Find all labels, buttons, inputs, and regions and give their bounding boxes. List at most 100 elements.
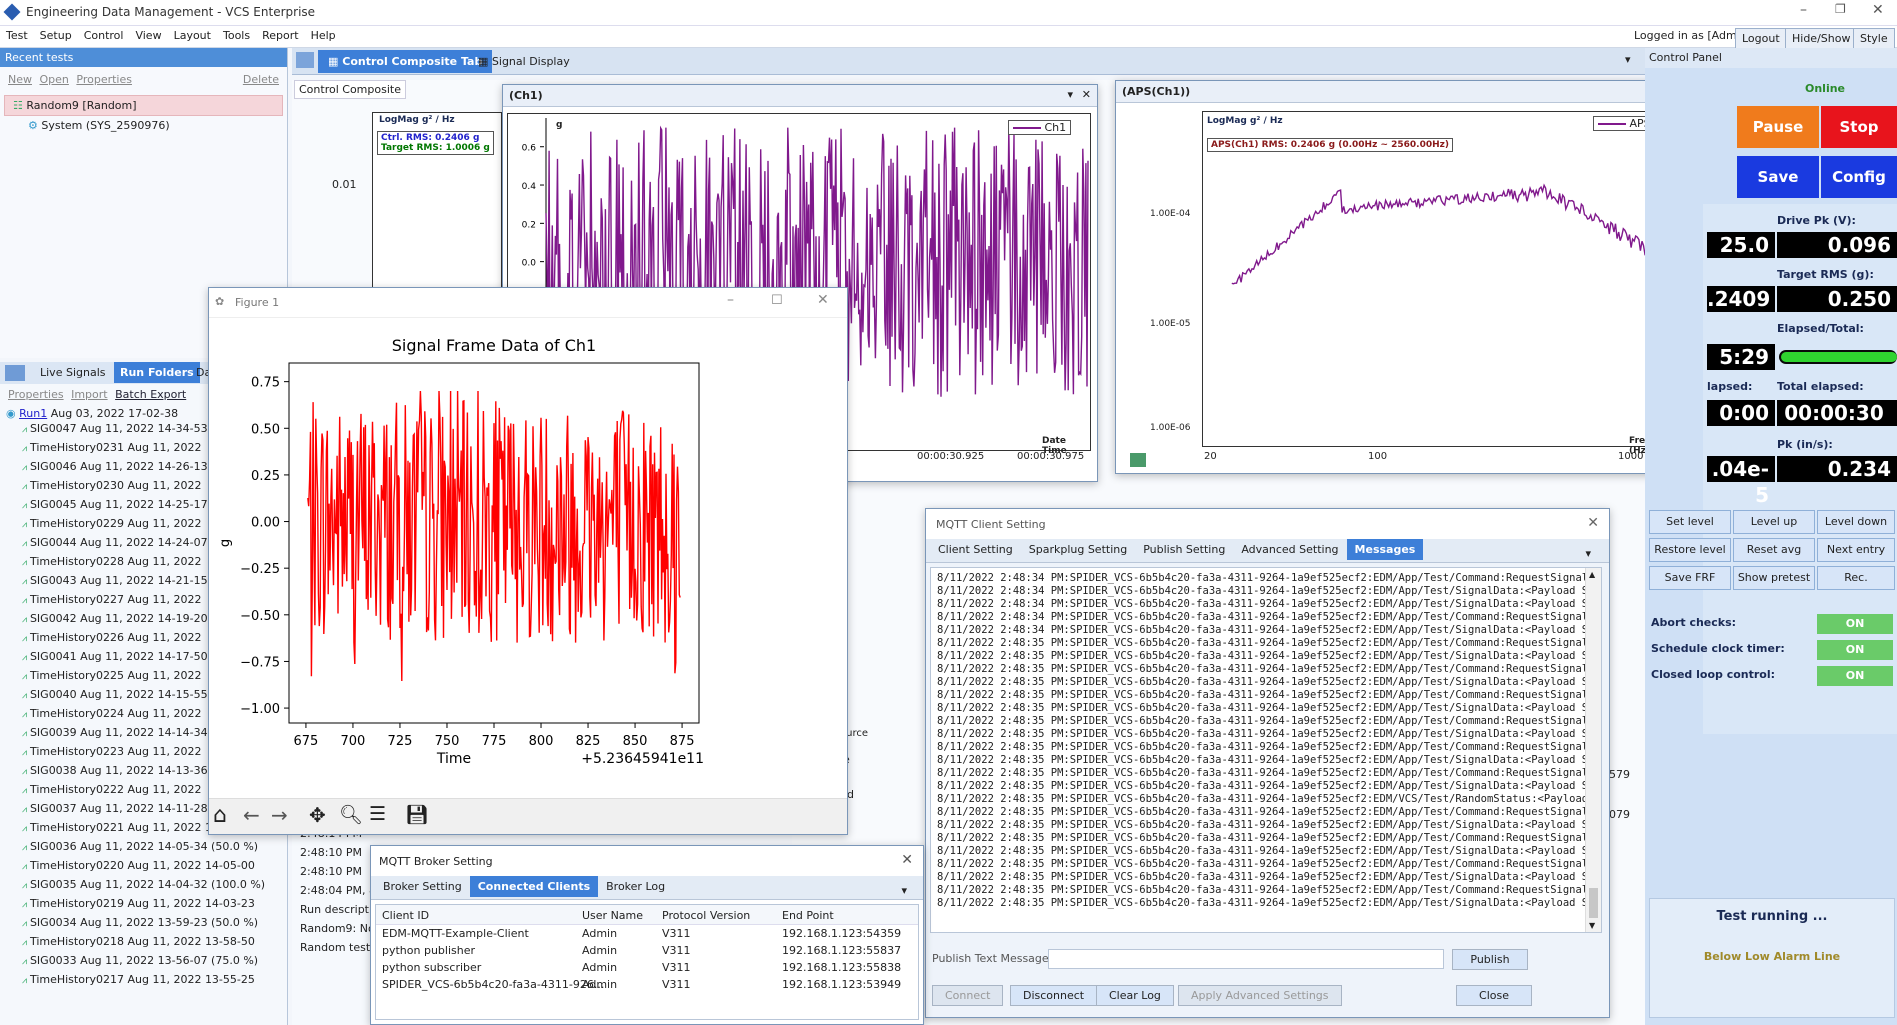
run-folder-item[interactable]: ⩘ SIG0033 Aug 11, 2022 13-56-07 (75.0 %) bbox=[22, 954, 287, 973]
run-folder-item[interactable]: ⩘ TimeHistory0218 Aug 11, 2022 13-58-50 bbox=[22, 935, 287, 954]
tab-signal-display[interactable]: ▦ Signal Display bbox=[478, 55, 570, 68]
tab-messages[interactable]: Messages bbox=[1346, 539, 1424, 560]
scroll-down-icon[interactable]: ▼ bbox=[1589, 921, 1595, 930]
run-folder-item[interactable]: ⩘ SIG0035 Aug 11, 2022 14-04-32 (100.0 %… bbox=[22, 878, 287, 897]
logout-button[interactable]: Logout bbox=[1735, 28, 1787, 49]
back-icon[interactable]: ← bbox=[243, 803, 260, 827]
save-button[interactable]: Save bbox=[1737, 156, 1819, 198]
schedule-timer-toggle[interactable]: ON bbox=[1817, 640, 1893, 660]
menu-view[interactable]: View bbox=[129, 26, 167, 45]
run-folder-item[interactable]: ⩘ SIG0036 Aug 11, 2022 14-05-34 (50.0 %) bbox=[22, 840, 287, 859]
level-down-button[interactable]: Level down bbox=[1817, 510, 1895, 534]
disconnect-button[interactable]: Disconnect bbox=[1010, 985, 1098, 1006]
import-link[interactable]: Import bbox=[71, 388, 108, 401]
minimize-icon[interactable]: – bbox=[1800, 2, 1807, 18]
aps-chart-icon[interactable] bbox=[1130, 453, 1146, 467]
save-figure-icon[interactable]: 💾︎ bbox=[405, 803, 429, 826]
restore-icon[interactable]: ❐ bbox=[1835, 2, 1846, 16]
batch-export-link[interactable]: Batch Export bbox=[115, 388, 186, 401]
tab-advanced-setting[interactable]: Advanced Setting bbox=[1233, 539, 1346, 560]
tab-list-icon[interactable] bbox=[296, 52, 314, 68]
reset-avg-button[interactable]: Reset avg bbox=[1733, 538, 1815, 562]
broker-close-icon[interactable]: ✕ bbox=[901, 852, 913, 868]
broker-tabs-dropdown-icon[interactable]: ▾ bbox=[893, 880, 915, 901]
hide-show-button[interactable]: Hide/Show bbox=[1785, 28, 1858, 49]
tab-sparkplug-setting[interactable]: Sparkplug Setting bbox=[1021, 539, 1135, 560]
level-up-button[interactable]: Level up bbox=[1733, 510, 1815, 534]
menu-help[interactable]: Help bbox=[305, 26, 342, 45]
restore-level-button[interactable]: Restore level bbox=[1649, 538, 1731, 562]
delete-link[interactable]: Delete bbox=[243, 73, 279, 86]
run-folder-item[interactable]: ⩘ TimeHistory0219 Aug 11, 2022 14-03-23 bbox=[22, 897, 287, 916]
client-row[interactable]: python subscriber Admin V311 192.168.1.123:… bbox=[376, 959, 918, 976]
menu-control[interactable]: Control bbox=[78, 26, 130, 45]
recent-test-item[interactable]: ☷ Random9 [Random] bbox=[4, 95, 283, 116]
menu-report[interactable]: Report bbox=[256, 26, 304, 45]
scroll-up-icon[interactable]: ▲ bbox=[1589, 570, 1595, 579]
configure-subplots-icon[interactable]: ☰ bbox=[369, 803, 386, 825]
tab-client-setting[interactable]: Client Setting bbox=[930, 539, 1021, 560]
show-pretest-button[interactable]: Show pretest bbox=[1733, 566, 1815, 590]
properties-link-2[interactable]: Properties bbox=[8, 388, 64, 401]
scroll-thumb[interactable] bbox=[1589, 888, 1598, 918]
publish-text-input[interactable] bbox=[1048, 949, 1444, 969]
run-folder-item[interactable]: ⩘ SIG0034 Aug 11, 2022 13-59-23 (50.0 %) bbox=[22, 916, 287, 935]
tab-broker-log[interactable]: Broker Log bbox=[598, 876, 673, 897]
client-row[interactable]: EDM-MQTT-Example-Client Admin V311 192.168.… bbox=[376, 925, 918, 942]
binoculars-icon[interactable] bbox=[5, 365, 25, 381]
menu-test[interactable]: Test bbox=[0, 26, 34, 45]
figure-window[interactable]: ✿ Figure 1 – ☐ ✕ Signal Frame Data of Ch… bbox=[208, 287, 848, 835]
run-folder-item[interactable]: ⩘ TimeHistory0217 Aug 11, 2022 13-55-25 bbox=[22, 973, 287, 992]
properties-link[interactable]: Properties bbox=[76, 73, 132, 86]
aps-window[interactable]: (APS(Ch1))▾✕ LogMag g² / Hz APS(Ch1) APS… bbox=[1115, 80, 1715, 474]
close-button[interactable]: Close bbox=[1456, 985, 1532, 1006]
ch1-menu-icon[interactable]: ▾ bbox=[1067, 88, 1073, 101]
connect-button[interactable]: Connect bbox=[932, 985, 1004, 1006]
run-folder-item[interactable]: ⩘ TimeHistory0220 Aug 11, 2022 14-05-00 bbox=[22, 859, 287, 878]
client-row[interactable]: python publisher Admin V311 192.168.1.123:5… bbox=[376, 942, 918, 959]
pan-icon[interactable]: ✥ bbox=[309, 803, 326, 827]
figure-minimize-icon[interactable]: – bbox=[727, 292, 734, 308]
system-item[interactable]: ⚙ System (SYS_2590976) bbox=[0, 116, 287, 135]
clear-log-button[interactable]: Clear Log bbox=[1096, 985, 1174, 1006]
stop-button[interactable]: Stop bbox=[1821, 106, 1897, 148]
mqtt-tabs-dropdown-icon[interactable]: ▾ bbox=[1577, 543, 1599, 564]
message-row: 8/11/2022 2:48:35 PM:SPIDER_VCS-6b5b4c20… bbox=[937, 871, 1602, 883]
closed-loop-toggle[interactable]: ON bbox=[1817, 666, 1893, 686]
forward-icon[interactable]: → bbox=[271, 803, 288, 827]
abort-checks-toggle[interactable]: ON bbox=[1817, 614, 1893, 634]
mqtt-broker-window[interactable]: MQTT Broker Setting ✕ Broker Setting Conn… bbox=[370, 845, 924, 1025]
set-level-button[interactable]: Set level bbox=[1649, 510, 1731, 534]
style-button[interactable]: Style bbox=[1853, 28, 1895, 49]
menu-tools[interactable]: Tools bbox=[217, 26, 256, 45]
tab-control-composite[interactable]: ▦ Control Composite Tab bbox=[318, 50, 493, 73]
next-entry-button[interactable]: Next entry bbox=[1817, 538, 1895, 562]
client-row[interactable]: SPIDER_VCS-6b5b4c20-fa3a-4311-926... Admi… bbox=[376, 976, 918, 993]
tab-publish-setting[interactable]: Publish Setting bbox=[1135, 539, 1233, 560]
pause-button[interactable]: Pause bbox=[1737, 106, 1819, 148]
new-link[interactable]: New bbox=[8, 73, 32, 86]
tab-run-folders[interactable]: Run Folders bbox=[114, 362, 200, 383]
messages-scrollbar[interactable]: ▲ ▼ bbox=[1585, 568, 1601, 932]
tab-live-signals[interactable]: Live Signals bbox=[40, 366, 105, 379]
home-icon[interactable]: ⌂ bbox=[213, 803, 227, 828]
apply-advanced-button[interactable]: Apply Advanced Settings bbox=[1178, 985, 1342, 1006]
figure-xtick: 675 bbox=[294, 734, 319, 749]
publish-button[interactable]: Publish bbox=[1452, 949, 1528, 970]
open-link[interactable]: Open bbox=[40, 73, 69, 86]
mqtt-client-window[interactable]: MQTT Client Setting ✕ Client Setting Spar… bbox=[925, 508, 1610, 1018]
close-icon[interactable]: ✕ bbox=[1872, 2, 1884, 18]
zoom-icon[interactable]: 🔍︎ bbox=[339, 803, 363, 826]
menu-layout[interactable]: Layout bbox=[168, 26, 217, 45]
config-button[interactable]: Config bbox=[1821, 156, 1897, 198]
rec-button[interactable]: Rec. bbox=[1817, 566, 1895, 590]
save-frf-button[interactable]: Save FRF bbox=[1649, 566, 1731, 590]
tab-connected-clients[interactable]: Connected Clients bbox=[469, 876, 599, 897]
figure-maximize-icon[interactable]: ☐ bbox=[771, 293, 783, 308]
tabs-dropdown-icon[interactable]: ▾ bbox=[1625, 53, 1631, 66]
ch1-close-icon[interactable]: ✕ bbox=[1082, 88, 1091, 101]
menu-setup[interactable]: Setup bbox=[34, 26, 78, 45]
tab-broker-setting[interactable]: Broker Setting bbox=[375, 876, 470, 897]
mqtt-client-close-icon[interactable]: ✕ bbox=[1587, 515, 1599, 531]
figure-close-icon[interactable]: ✕ bbox=[817, 292, 829, 308]
